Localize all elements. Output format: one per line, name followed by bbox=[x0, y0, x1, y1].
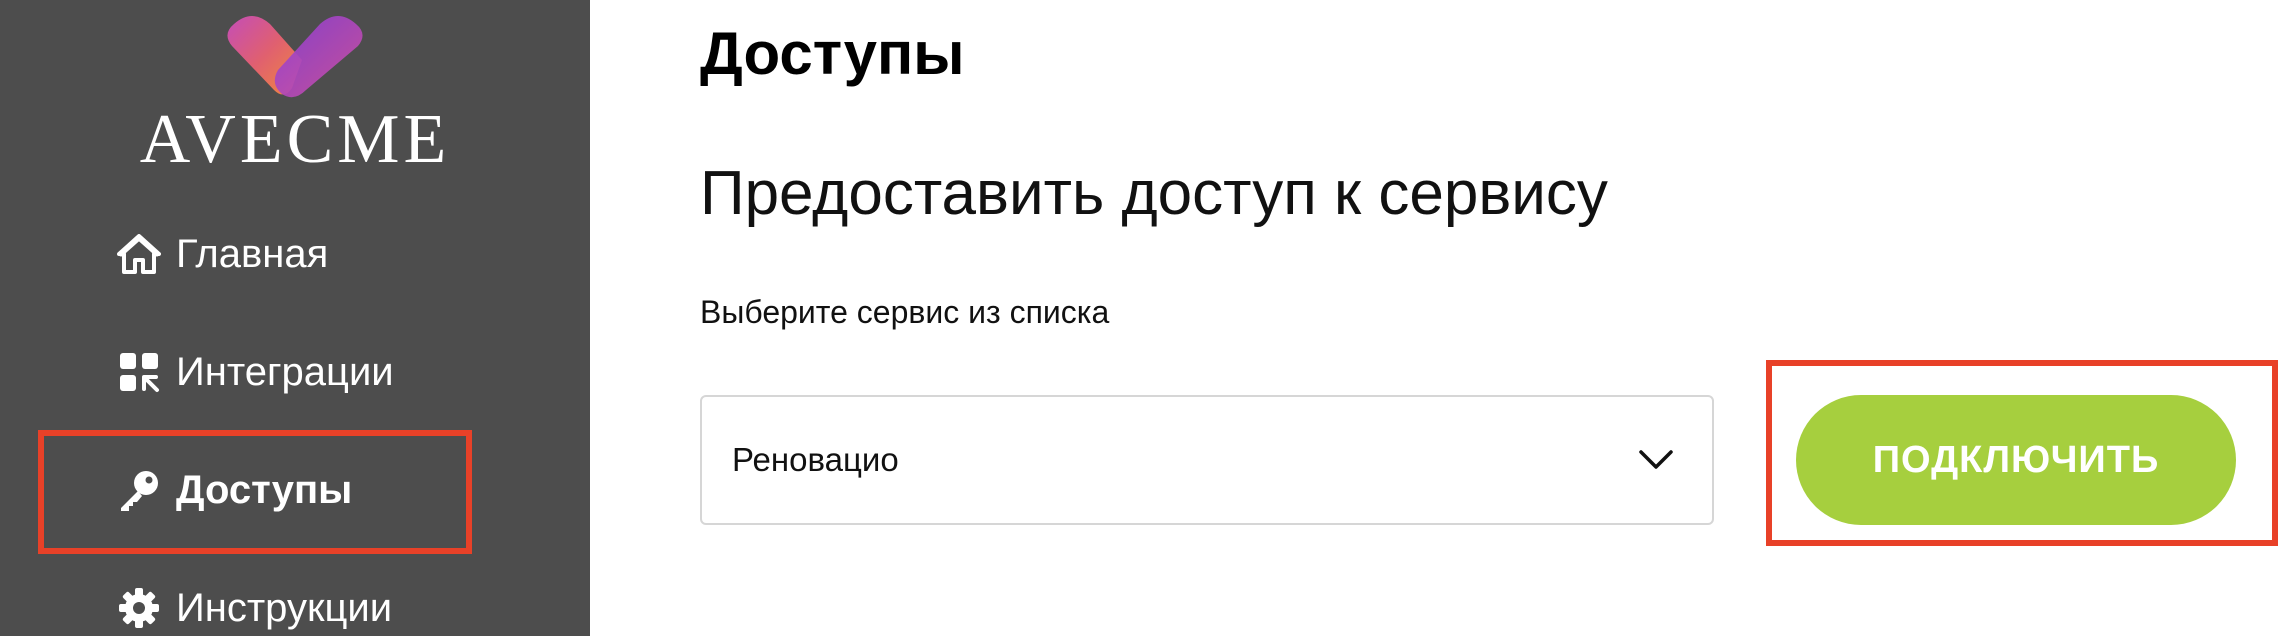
service-select-label: Выберите сервис из списка bbox=[700, 294, 1110, 330]
sidebar-item-integrations[interactable]: Интеграции bbox=[116, 342, 394, 402]
connect-button[interactable]: ПОДКЛЮЧИТЬ bbox=[1796, 395, 2236, 525]
key-icon bbox=[116, 467, 162, 513]
home-icon bbox=[116, 231, 162, 277]
sidebar-item-label: Интеграции bbox=[176, 349, 394, 394]
main-content: Доступы Предоставить доступ к сервису Вы… bbox=[590, 0, 2282, 636]
section-title: Предоставить доступ к сервису bbox=[700, 159, 1608, 228]
chevron-down-icon bbox=[1639, 450, 1673, 469]
sidebar: AVECME Главная Интеграции Доступы Инстру… bbox=[0, 0, 590, 636]
sidebar-item-label: Инструкции bbox=[176, 585, 393, 630]
gear-icon bbox=[116, 585, 162, 631]
brand-name: AVECME bbox=[139, 101, 451, 178]
service-select-value: Реновацио bbox=[732, 441, 899, 478]
sidebar-item-access[interactable]: Доступы bbox=[116, 460, 352, 520]
logo-mark-icon bbox=[227, 16, 363, 98]
integrations-icon bbox=[116, 349, 162, 395]
sidebar-item-label: Доступы bbox=[176, 467, 353, 512]
logo[interactable]: AVECME bbox=[0, 0, 590, 180]
service-select[interactable]: Реновацио bbox=[700, 395, 1714, 525]
sidebar-item-instructions[interactable]: Инструкции bbox=[116, 578, 392, 638]
page-title: Доступы bbox=[700, 20, 965, 87]
sidebar-item-home[interactable]: Главная bbox=[116, 224, 328, 284]
sidebar-item-label: Главная bbox=[176, 231, 329, 276]
